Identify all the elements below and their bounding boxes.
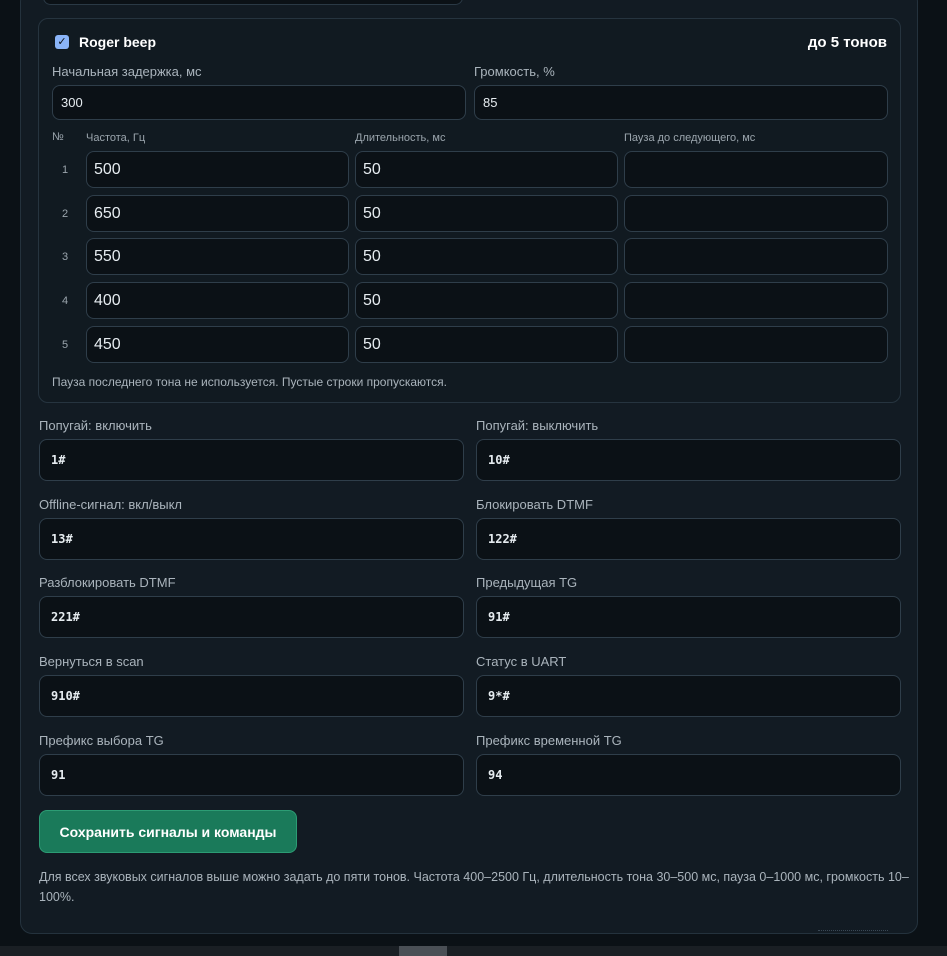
tones-limit-label: до 5 тонов [807,34,887,51]
command-block-dtmf-input[interactable]: 122# [476,518,901,560]
tone-pause-input[interactable] [624,282,888,319]
column-header-freq: Частота, Гц [86,132,146,144]
command-return-scan-input[interactable]: 910# [39,675,464,717]
tone-row-number: 1 [61,164,69,176]
tone-duration-input[interactable]: 50 [355,195,618,232]
command-label: Разблокировать DTMF [39,575,176,590]
tone-pause-input[interactable] [624,238,888,275]
tone-frequency-input[interactable]: 500 [86,151,349,188]
footer-note: Для всех звуковых сигналов выше можно за… [39,870,909,904]
volume-input[interactable]: 85 [474,85,888,120]
tone-frequency-input[interactable]: 650 [86,195,349,232]
panel-bottom-edge [818,930,888,937]
command-previous-tg-input[interactable]: 91# [476,596,901,638]
command-label: Префикс временной TG [476,733,622,748]
command-uart-status-input[interactable]: 9*# [476,675,901,717]
initial-delay-input[interactable]: 300 [52,85,466,120]
command-unblock-dtmf-input[interactable]: 221# [39,596,464,638]
tone-duration-input[interactable]: 50 [355,326,618,363]
roger-beep-note: Пауза последнего тона не используется. П… [52,375,447,389]
command-label: Попугай: включить [39,418,152,433]
command-parrot-off-input[interactable]: 10# [476,439,901,481]
command-label: Вернуться в scan [39,654,144,669]
command-label: Предыдущая TG [476,575,578,590]
check-icon: ✓ [57,36,67,48]
command-label: Блокировать DTMF [476,497,593,512]
tone-frequency-input[interactable]: 450 [86,326,349,363]
tone-row-number: 4 [61,295,69,307]
horizontal-scrollbar[interactable] [0,946,947,956]
tone-duration-input[interactable]: 50 [355,282,618,319]
column-header-duration: Длительность, мс [355,132,446,144]
tone-pause-input[interactable] [624,326,888,363]
command-temp-tg-prefix-input[interactable]: 94 [476,754,901,796]
tone-duration-input[interactable]: 50 [355,151,618,188]
command-label: Offline-сигнал: вкл/выкл [39,497,182,512]
tone-row-number: 2 [61,208,69,220]
command-offline-signal-input[interactable]: 13# [39,518,464,560]
command-label: Статус в UART [476,654,567,669]
scrollbar-thumb[interactable] [399,946,447,956]
initial-delay-label: Начальная задержка, мс [52,64,202,79]
command-parrot-on-input[interactable]: 1# [39,439,464,481]
save-signals-button[interactable]: Сохранить сигналы и команды [39,810,297,853]
tone-frequency-input[interactable]: 400 [86,282,349,319]
tone-row-number: 5 [61,339,69,351]
tone-frequency-input[interactable]: 550 [86,238,349,275]
column-header-pause: Пауза до следующего, мс [624,132,756,144]
volume-label: Громкость, % [474,64,555,79]
tone-pause-input[interactable] [624,151,888,188]
tone-row-number: 3 [61,251,69,263]
tone-duration-input[interactable]: 50 [355,238,618,275]
command-label: Попугай: выключить [476,418,599,433]
tone-pause-input[interactable] [624,195,888,232]
command-tg-select-prefix-input[interactable]: 91 [39,754,464,796]
roger-beep-checkbox[interactable]: ✓ [55,35,69,49]
roger-beep-title: Roger beep [79,34,157,50]
previous-field-edge[interactable] [43,0,463,5]
command-label: Префикс выбора TG [39,733,164,748]
column-header-num: № [52,131,64,143]
